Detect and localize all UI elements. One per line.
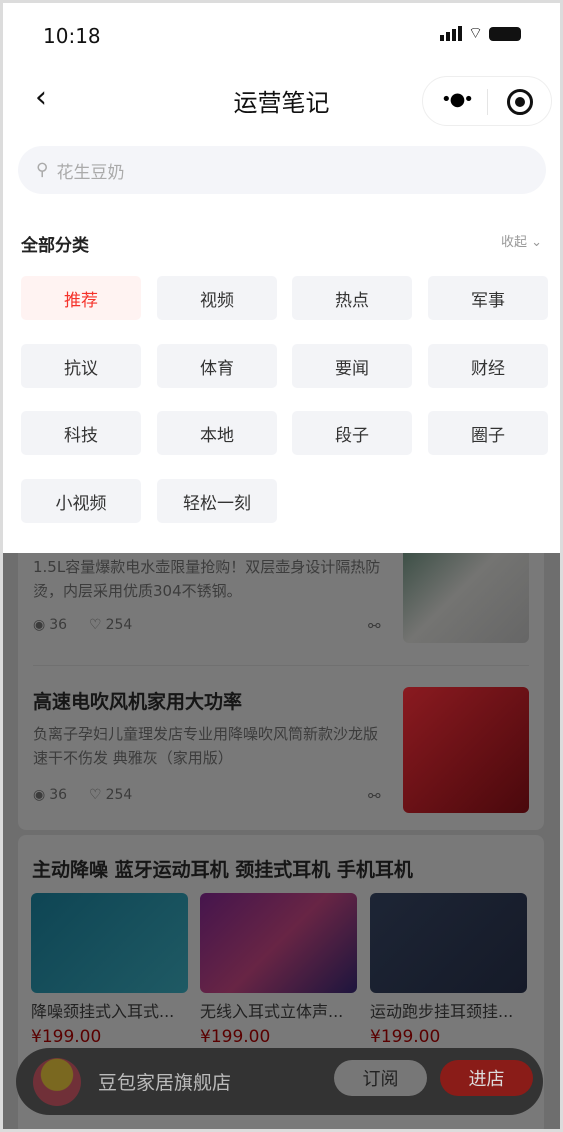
eye-icon: ◉ xyxy=(33,617,46,633)
product-name[interactable]: 运动跑步挂耳颈挂... xyxy=(370,1000,513,1024)
product-name[interactable]: 降噪颈挂式入耳式... xyxy=(31,1000,174,1024)
enter-shop-button[interactable]: 进店 xyxy=(440,1060,533,1096)
eye-icon: ◉ xyxy=(33,787,46,803)
category-tag[interactable]: 小视频 xyxy=(21,479,141,523)
article-desc: 1.5L容量爆款电水壶限量抢购！双层壶身设计隔热防烫，内层采用优质304不锈钢。 xyxy=(33,558,381,600)
article-title[interactable]: 高速电吹风机家用大功率 xyxy=(33,687,242,714)
shop-bar: 豆包家居旗舰店 订阅 进店 xyxy=(16,1048,543,1115)
product-image[interactable] xyxy=(31,893,188,993)
product-image[interactable] xyxy=(370,893,527,993)
divider xyxy=(33,665,529,666)
signal-icon xyxy=(440,26,462,41)
collapse-label: 收起 xyxy=(501,235,528,250)
category-tag[interactable]: 圈子 xyxy=(428,411,548,455)
wifi-icon: ⌔ xyxy=(468,23,484,42)
battery-icon xyxy=(489,27,522,41)
more-icon[interactable]: •●• xyxy=(441,89,474,110)
shop-name: 豆包家居旗舰店 xyxy=(98,1072,232,1094)
category-tag[interactable]: 要闻 xyxy=(292,344,412,388)
product-price: ¥199.00 xyxy=(31,1027,102,1047)
chevron-down-icon: ⌄ xyxy=(527,235,543,250)
category-tag[interactable]: 财经 xyxy=(428,344,548,388)
search-placeholder: 花生豆奶 xyxy=(56,162,125,183)
phone-screen: 1.5L容量爆款电水壶限量抢购！双层壶身设计隔热防烫，内层采用优质304不锈钢。… xyxy=(3,3,560,1129)
views-count: 36 xyxy=(49,617,68,633)
categories-heading: 全部分类 xyxy=(21,236,89,256)
product-image[interactable] xyxy=(200,893,357,993)
category-panel: 10:18 ⌔ ‹ 运营笔记 •●• ⚲ 花生豆奶 全部分类 收起 ⌄ 推荐 视频… xyxy=(3,3,560,553)
subscribe-button[interactable]: 订阅 xyxy=(334,1060,427,1096)
product-price: ¥199.00 xyxy=(200,1027,271,1047)
shop-avatar xyxy=(33,1058,81,1106)
likes-count: 254 xyxy=(105,787,133,803)
likes-count: 254 xyxy=(105,617,133,633)
collapse-button[interactable]: 收起 ⌄ xyxy=(501,231,542,250)
category-tag[interactable]: 轻松一刻 xyxy=(157,479,277,523)
article-desc: 负离子孕妇儿童理发店专业用降噪吹风筒新款沙龙版速干不伤发 典雅灰（家用版） xyxy=(33,725,379,767)
article-meta: ◉ 36 ♡ 254 xyxy=(33,787,132,803)
status-time: 10:18 xyxy=(43,24,101,48)
views-count: 36 xyxy=(49,787,68,803)
share-icon[interactable]: ⚯ xyxy=(368,787,381,805)
category-tag[interactable]: 段子 xyxy=(292,411,412,455)
heart-icon: ♡ xyxy=(89,787,102,803)
category-tag[interactable]: 热点 xyxy=(292,276,412,320)
product-price: ¥199.00 xyxy=(370,1027,441,1047)
search-icon: ⚲ xyxy=(36,160,49,180)
category-tag[interactable]: 军事 xyxy=(428,276,548,320)
product-card-title: 主动降噪 蓝牙运动耳机 颈挂式耳机 手机耳机 xyxy=(32,859,413,881)
search-input[interactable]: ⚲ 花生豆奶 xyxy=(18,146,546,194)
close-miniprogram-icon[interactable] xyxy=(507,89,533,115)
category-tag[interactable]: 本地 xyxy=(157,411,277,455)
divider xyxy=(487,89,488,115)
capsule-menu: •●• xyxy=(422,76,552,126)
article-card[interactable]: 1.5L容量爆款电水壶限量抢购！双层壶身设计隔热防烫，内层采用优质304不锈钢。… xyxy=(18,505,544,830)
category-tag[interactable]: 科技 xyxy=(21,411,141,455)
category-tag[interactable]: 抗议 xyxy=(21,344,141,388)
hairdryer-image[interactable] xyxy=(403,687,529,813)
category-tag[interactable]: 推荐 xyxy=(21,276,141,320)
heart-icon: ♡ xyxy=(89,617,102,633)
article-meta: ◉ 36 ♡ 254 xyxy=(33,617,132,633)
product-name[interactable]: 无线入耳式立体声... xyxy=(200,1000,343,1024)
share-icon[interactable]: ⚯ xyxy=(368,617,381,635)
status-icons: ⌔ xyxy=(440,23,522,42)
category-tag[interactable]: 视频 xyxy=(157,276,277,320)
category-tag[interactable]: 体育 xyxy=(157,344,277,388)
